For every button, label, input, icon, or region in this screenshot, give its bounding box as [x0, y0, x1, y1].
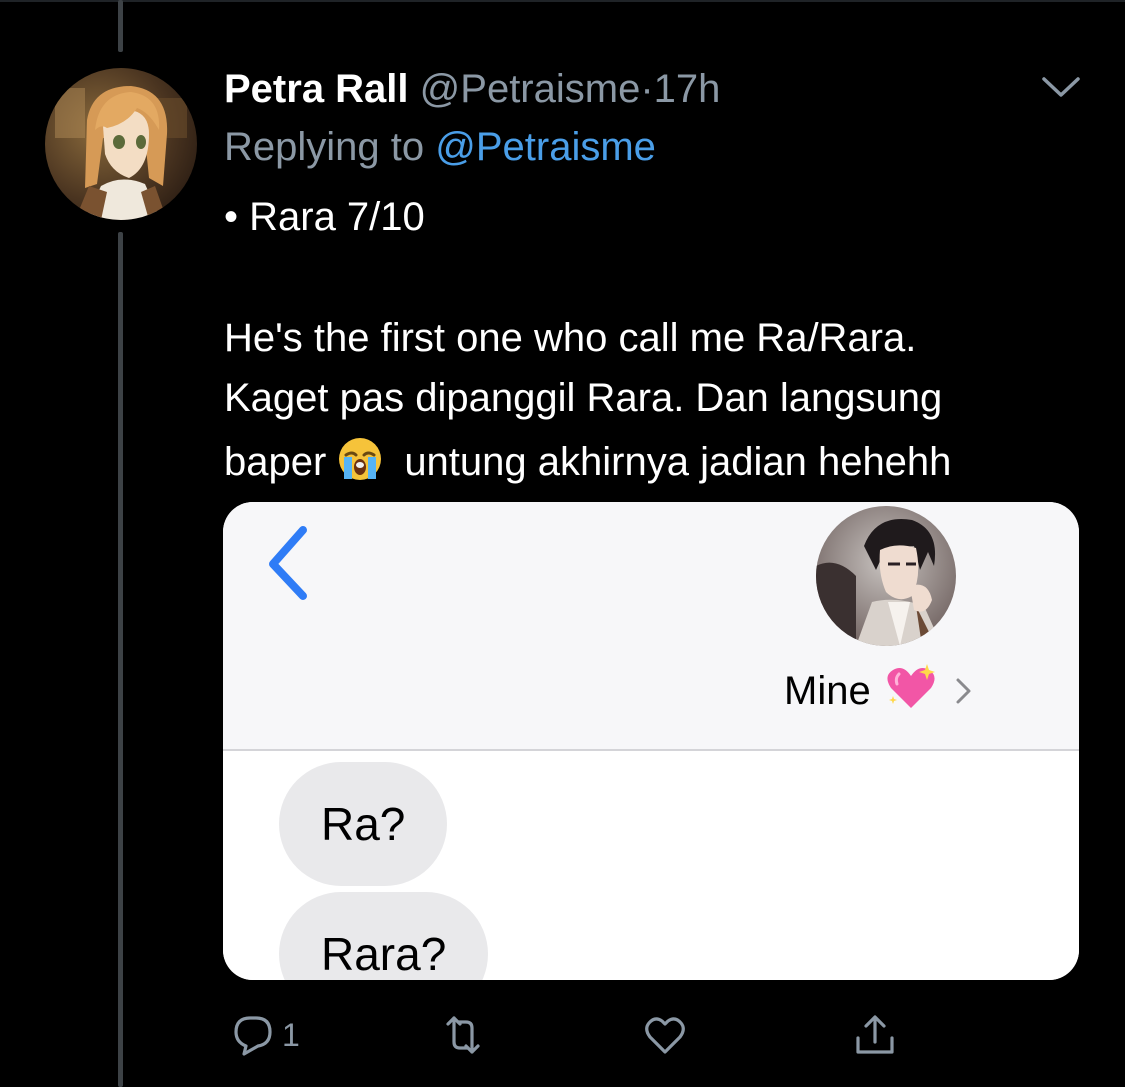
retweet-icon [446, 1016, 480, 1054]
tweet-text-line: He's the first one who call me Ra/Rara. [224, 316, 917, 360]
chat-body: Ra? Rara? [223, 751, 1079, 980]
tweet[interactable]: Petra Rall @Petraisme·17h Replying to @P… [0, 0, 1125, 1087]
message-bubble: Ra? [279, 762, 448, 886]
replying-label: Replying to [224, 125, 425, 169]
thread-line [118, 232, 123, 1087]
separator-dot: · [640, 67, 654, 111]
action-bar: 1 [0, 1005, 1125, 1065]
share-button[interactable] [852, 1005, 898, 1065]
contact-name: Mine [784, 669, 871, 713]
reply-button[interactable]: 1 [230, 1005, 300, 1065]
chevron-left-icon [263, 524, 313, 602]
media-image[interactable]: Mine Ra? Rara? [223, 502, 1079, 980]
chat-header: Mine [223, 502, 1079, 751]
author-handle[interactable]: @Petraisme [420, 67, 641, 111]
tweet-timestamp[interactable]: 17h [654, 67, 721, 111]
tweet-text-line: baper untung akhirnya jadian hehehh [224, 435, 951, 485]
chevron-right-icon [953, 670, 975, 704]
contact-avatar [816, 506, 956, 646]
contact-name-row: Mine [784, 662, 975, 714]
tweet-header: Petra Rall @Petraisme·17h [224, 66, 720, 112]
tweet-text-fragment: baper [224, 440, 327, 484]
share-icon [856, 1015, 894, 1054]
like-button[interactable] [642, 1005, 688, 1065]
author-avatar[interactable] [45, 68, 197, 220]
comment-icon [234, 1016, 272, 1056]
message-text: Rara? [321, 928, 447, 980]
author-name[interactable]: Petra Rall [224, 67, 409, 111]
chevron-down-icon[interactable] [1040, 72, 1082, 102]
sparkling-heart-emoji-icon [885, 662, 937, 712]
tweet-text-line: • Rara 7/10 [224, 195, 425, 239]
loudly-crying-face-emoji-icon [336, 435, 384, 483]
divider [0, 0, 1125, 2]
message-bubble: Rara? [279, 892, 489, 980]
retweet-button[interactable] [440, 1005, 486, 1065]
tweet-text-fragment: untung akhirnya jadian hehehh [404, 440, 952, 484]
replying-mention-link[interactable]: @Petraisme [435, 125, 656, 169]
message-text: Ra? [321, 798, 406, 850]
replying-to: Replying to @Petraisme [224, 124, 656, 170]
thread-line [118, 0, 123, 52]
tweet-text-line: Kaget pas dipanggil Rara. Dan langsung [224, 376, 943, 420]
heart-icon [645, 1017, 685, 1054]
reply-count: 1 [282, 1016, 300, 1053]
